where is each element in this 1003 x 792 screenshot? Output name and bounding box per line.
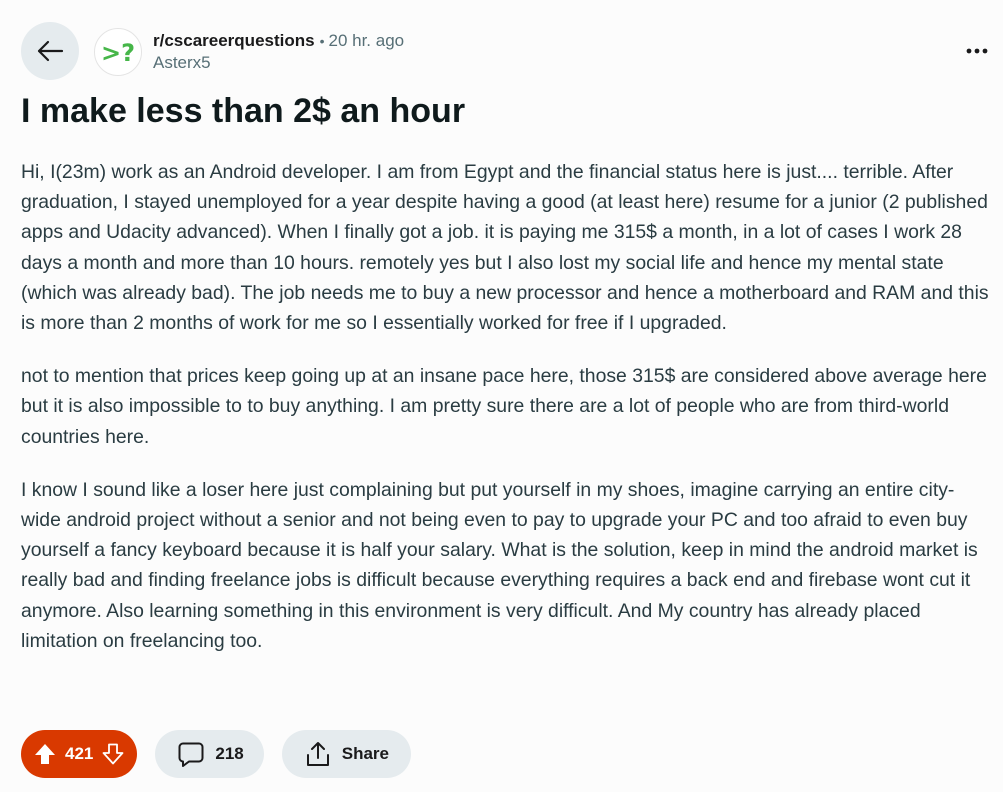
post-paragraph: I know I sound like a loser here just co… xyxy=(21,478,978,652)
downvote-icon xyxy=(102,743,124,765)
subreddit-link[interactable]: r/cscareerquestions xyxy=(153,31,315,50)
back-button[interactable] xyxy=(21,22,79,80)
comment-icon xyxy=(178,742,204,767)
more-horizontal-icon xyxy=(966,48,988,54)
share-button[interactable]: Share xyxy=(281,730,411,778)
share-label: Share xyxy=(341,744,389,763)
post-title: I make less than 2$ an hour xyxy=(21,92,466,130)
post-header: >? r/cscareerquestions • 20 hr. ago Asterx… xyxy=(21,22,989,80)
comment-count: 218 xyxy=(215,744,244,763)
arrow-left-icon xyxy=(37,40,64,62)
vote-bar: 421 xyxy=(21,730,138,778)
post-meta: r/cscareerquestions • 20 hr. ago Asterx5 xyxy=(153,30,404,74)
subreddit-icon-text: >? xyxy=(101,39,135,67)
share-icon xyxy=(306,742,329,766)
upvote-icon xyxy=(35,744,55,764)
post-timestamp[interactable]: 20 hr. ago xyxy=(329,31,405,50)
post-paragraph: not to mention that prices keep going up… xyxy=(21,365,987,448)
downvote-button[interactable] xyxy=(101,742,125,766)
meta-separator: • xyxy=(319,33,325,49)
comments-button[interactable]: 218 xyxy=(155,730,264,778)
more-options-button[interactable] xyxy=(965,39,989,63)
post-actions: 421 218 Share xyxy=(21,730,411,778)
post-body: Hi, I(23m) work as an Android developer.… xyxy=(21,157,993,679)
post-paragraph: Hi, I(23m) work as an Android developer.… xyxy=(21,161,989,335)
vote-count: 421 xyxy=(65,744,94,763)
upvote-button[interactable] xyxy=(33,742,57,766)
subreddit-logo-icon: >? xyxy=(101,39,135,67)
subreddit-icon[interactable]: >? xyxy=(94,28,142,76)
author-link[interactable]: Asterx5 xyxy=(153,52,404,74)
